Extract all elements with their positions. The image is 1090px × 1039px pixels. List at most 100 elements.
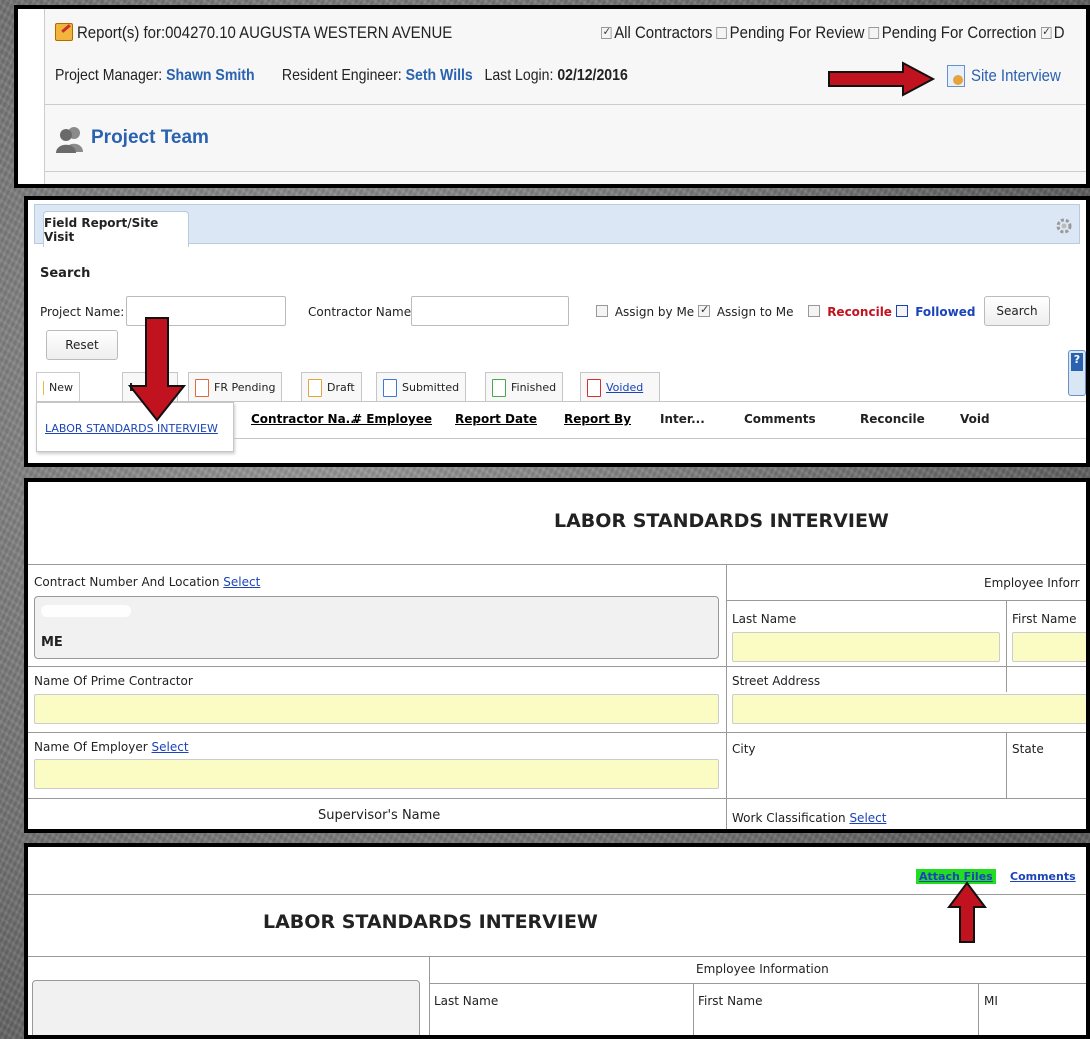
divider: [28, 956, 1086, 957]
red-arrow-right-icon: [828, 61, 936, 97]
followed-option[interactable]: Followed: [896, 305, 975, 319]
employer-select-link[interactable]: Select: [152, 740, 189, 754]
resident-engineer-name[interactable]: Seth Wills: [406, 67, 473, 84]
checkbox-icon[interactable]: [896, 305, 908, 317]
prime-contractor-input[interactable]: [34, 694, 719, 724]
project-contacts: Project Manager: Shawn Smith Resident En…: [55, 67, 628, 84]
project-name-label: Project Name:: [40, 305, 125, 319]
last-name-input[interactable]: [732, 632, 1000, 662]
prime-contractor-label: Name Of Prime Contractor: [34, 674, 193, 688]
divider: [28, 798, 726, 799]
tab-field-report[interactable]: Field Report/Site Visit: [43, 211, 189, 247]
column-report-by[interactable]: Report By: [564, 412, 631, 426]
divider: [234, 438, 1086, 439]
contract-number-field[interactable]: [32, 980, 420, 1035]
filter-pending-review[interactable]: Pending For Review: [716, 23, 864, 42]
divider: [726, 798, 1086, 799]
project-header-panel: Report(s) for:004270.10 AUGUSTA WESTERN …: [14, 5, 1090, 188]
tab-fr-pending[interactable]: FR Pending: [188, 372, 283, 402]
checkbox-icon[interactable]: [601, 25, 612, 39]
form-title: LABOR STANDARDS INTERVIEW: [263, 911, 598, 933]
divider: [978, 983, 979, 1035]
tab-voided[interactable]: Voided: [580, 372, 660, 402]
search-button[interactable]: Search: [984, 296, 1050, 326]
document-icon: [383, 378, 397, 397]
divider: [1006, 600, 1007, 692]
form-title-row: LABOR STANDARDS INTERVIEW: [28, 482, 1086, 565]
report-edit-icon: [55, 23, 73, 41]
filter-all-contractors[interactable]: All Contractors: [601, 23, 712, 42]
divider: [429, 983, 1086, 984]
reconcile-option[interactable]: Reconcile: [808, 305, 892, 319]
street-address-label: Street Address: [732, 674, 821, 688]
divider: [28, 894, 1086, 895]
field-report-panel: Field Report/Site Visit Search Project N…: [24, 196, 1090, 467]
attach-files-panel: Attach Files Comments LABOR STANDARDS IN…: [24, 843, 1090, 1039]
contractor-name-input[interactable]: [411, 296, 569, 326]
column-contractor-name[interactable]: Contractor Na...: [251, 412, 359, 426]
checkbox-icon[interactable]: [868, 27, 880, 39]
checkbox-icon[interactable]: [1040, 25, 1052, 39]
comments-link[interactable]: Comments: [1010, 870, 1076, 883]
contract-select-link[interactable]: Select: [223, 575, 260, 589]
tab-new[interactable]: New: [36, 372, 80, 402]
red-arrow-up-icon: [947, 881, 987, 943]
column-inter[interactable]: Inter...: [660, 412, 705, 426]
document-icon: [308, 378, 322, 397]
middle-initial-label: MI: [984, 994, 998, 1008]
contract-number-field[interactable]: ME: [34, 596, 719, 659]
tab-strip: Field Report/Site Visit: [34, 204, 1080, 247]
contract-location-value: ME: [41, 635, 63, 650]
search-heading: Search: [40, 266, 91, 281]
help-side-tab[interactable]: ?: [1068, 350, 1086, 396]
report-title: Report(s) for:004270.10 AUGUSTA WESTERN …: [77, 23, 453, 42]
column-report-date[interactable]: Report Date: [455, 412, 537, 426]
column-reconcile: Reconcile: [860, 412, 925, 426]
project-manager-name[interactable]: Shawn Smith: [166, 67, 254, 84]
reset-button[interactable]: Reset: [46, 330, 118, 360]
employee-information-header: Employee Inforr: [984, 576, 1080, 590]
divider: [28, 732, 726, 733]
labor-interview-form-panel: LABOR STANDARDS INTERVIEW Contract Numbe…: [24, 478, 1090, 833]
divider: [693, 983, 694, 1035]
filter-pending-correction[interactable]: Pending For Correction: [868, 23, 1036, 42]
divider: [45, 104, 1086, 105]
project-team-heading[interactable]: Project Team: [91, 127, 209, 149]
tab-finished[interactable]: Finished: [485, 372, 564, 402]
filter-d[interactable]: D: [1040, 23, 1065, 42]
help-icon: ?: [1071, 353, 1083, 371]
column-employee-count[interactable]: # Employee: [352, 412, 432, 426]
contractor-name-label: Contractor Name:: [308, 305, 416, 319]
last-name-label: Last Name: [434, 994, 499, 1008]
contract-number-label: Contract Number And Location Select: [34, 575, 261, 589]
assign-to-me-option[interactable]: Assign to Me: [698, 303, 794, 319]
assign-by-me-option[interactable]: Assign by Me: [596, 305, 694, 319]
column-comments: Comments: [744, 412, 816, 426]
state-label: State: [1012, 742, 1044, 756]
tab-draft[interactable]: Draft: [301, 372, 362, 402]
employer-input[interactable]: [34, 759, 719, 789]
column-divider: [726, 565, 727, 829]
employee-information-header: Employee Information: [696, 962, 829, 976]
project-header: Report(s) for:004270.10 AUGUSTA WESTERN …: [44, 9, 1086, 184]
first-name-label: First Name: [698, 994, 763, 1008]
last-name-label: Last Name: [732, 612, 797, 626]
checkbox-icon[interactable]: [716, 27, 728, 39]
divider: [726, 732, 1086, 733]
filter-checkboxes: All Contractors Pending For Review Pendi…: [601, 23, 1065, 43]
gear-icon[interactable]: [1055, 217, 1073, 235]
work-classification-select-link[interactable]: Select: [849, 811, 886, 825]
checkbox-icon[interactable]: [808, 305, 820, 317]
work-classification-label: Work Classification Select: [732, 811, 887, 825]
divider: [726, 600, 1086, 601]
site-interview-link[interactable]: Site Interview: [947, 65, 1073, 87]
document-icon: [492, 378, 506, 397]
street-address-input[interactable]: [732, 694, 1086, 724]
checkbox-icon[interactable]: [698, 303, 710, 317]
city-label: City: [732, 742, 756, 756]
first-name-input[interactable]: [1012, 632, 1086, 662]
tab-submitted[interactable]: Submitted: [376, 372, 467, 402]
new-icon: [43, 380, 44, 395]
checkbox-icon[interactable]: [596, 305, 608, 317]
divider: [1006, 732, 1007, 798]
